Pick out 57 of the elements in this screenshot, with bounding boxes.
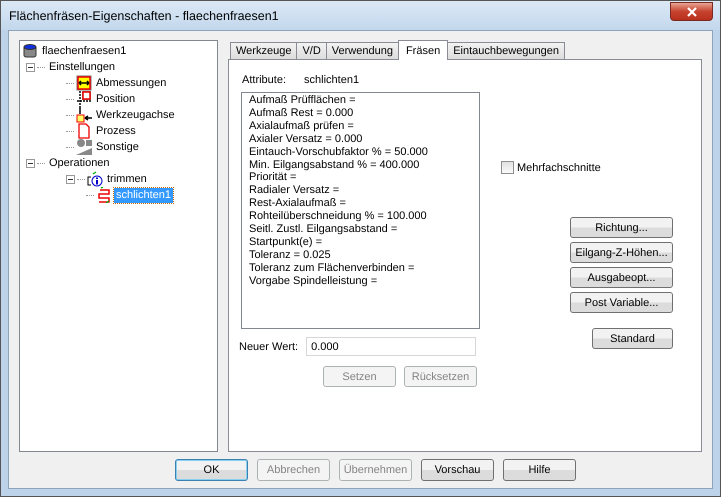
tree-item[interactable]: Werkzeugachse xyxy=(94,108,177,122)
position-icon xyxy=(76,91,92,107)
window-title: Flächenfräsen-Eigenschaften - flaechenfraesen1 xyxy=(9,8,279,22)
list-item[interactable]: Axialer Versatz = 0.000 xyxy=(249,132,472,146)
standard-button[interactable]: Standard xyxy=(592,328,673,349)
list-item[interactable]: Vorgabe Spindelleistung = xyxy=(249,274,472,288)
document-icon xyxy=(76,123,92,139)
dialog-button[interactable]: Hilfe xyxy=(503,459,576,481)
list-item[interactable]: Aufmaß Prüfflächen = xyxy=(249,94,472,107)
tree-item[interactable]: Prozess xyxy=(94,124,138,138)
info-icon xyxy=(87,171,103,187)
option-button[interactable]: Richtung... xyxy=(570,217,673,238)
list-item[interactable]: Toleranz zum Flächenverbinden = xyxy=(249,262,472,275)
list-item[interactable]: Rohteilüberschneidung % = 100.000 xyxy=(249,210,472,224)
collapse-toggle[interactable] xyxy=(66,174,75,184)
tree-item[interactable]: flaechenfraesen1 xyxy=(40,44,128,58)
checkbox[interactable] xyxy=(501,161,514,174)
close-icon xyxy=(686,6,698,16)
tree-item[interactable]: Einstellungen xyxy=(47,60,118,74)
tree-item[interactable]: trimmen xyxy=(105,172,149,186)
tab[interactable]: Eintauchbewegungen xyxy=(447,42,566,59)
attribute-value: schlichten1 xyxy=(304,74,360,88)
field-label: Neuer Wert: xyxy=(239,340,298,352)
checkbox-label: Mehrfachschnitte xyxy=(517,162,601,174)
list-item[interactable]: Min. Eilgangsabstand % = 400.000 xyxy=(249,158,472,172)
tree-item[interactable]: Operationen xyxy=(47,156,112,170)
tree-item[interactable]: Position xyxy=(94,92,138,106)
list-item[interactable]: Radialer Versatz = xyxy=(249,184,472,198)
list-item[interactable]: Eintauch-Vorschubfaktor % = 50.000 xyxy=(249,146,472,159)
option-button[interactable]: Post Variable... xyxy=(570,292,673,313)
tab[interactable]: Fräsen xyxy=(398,40,448,60)
axis-icon xyxy=(76,107,92,123)
tab[interactable]: V/D xyxy=(296,42,327,59)
collapse-toggle[interactable] xyxy=(26,62,35,72)
dialog-button[interactable]: Vorschau xyxy=(421,459,494,481)
list-item[interactable]: Startpunkt(e) = xyxy=(249,236,472,249)
list-item[interactable]: Seitl. Zustl. Eilgangsabstand = xyxy=(249,223,472,236)
cylinder-icon xyxy=(22,43,38,59)
option-button[interactable]: Eilgang-Z-Höhen... xyxy=(570,242,673,263)
tab[interactable]: Werkzeuge xyxy=(230,42,298,59)
tree-item[interactable]: Sonstige xyxy=(94,140,141,154)
value-field[interactable]: 0.000 xyxy=(306,337,476,356)
option-button[interactable]: Ausgabeopt... xyxy=(570,267,673,288)
tab[interactable]: Verwendung xyxy=(326,42,399,59)
list-item[interactable]: Priorität = xyxy=(249,171,472,184)
shapes-icon xyxy=(76,139,92,155)
dimension-icon xyxy=(76,75,92,91)
dialog-button[interactable]: OK xyxy=(175,459,248,481)
collapse-toggle[interactable] xyxy=(26,158,35,168)
tree-item[interactable]: Abmessungen xyxy=(94,76,168,90)
close-button[interactable] xyxy=(670,2,713,21)
list-item[interactable]: Axialaufmaß prüfen = xyxy=(249,120,472,133)
list-item[interactable]: Toleranz = 0.025 xyxy=(249,248,472,262)
list-item[interactable]: Rest-Axialaufmaß = xyxy=(249,197,472,210)
list-item[interactable]: Aufmaß Rest = 0.000 xyxy=(249,106,472,120)
zigzag-icon xyxy=(96,187,112,203)
attribute-label: Attribute: xyxy=(242,74,286,88)
